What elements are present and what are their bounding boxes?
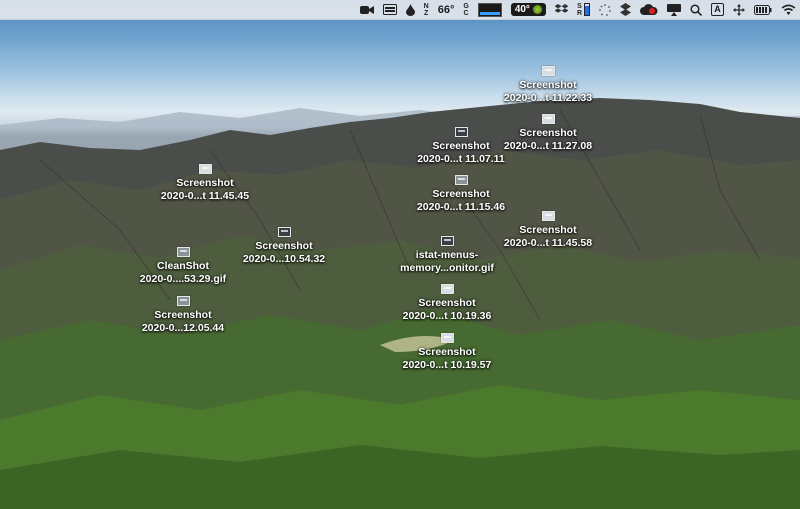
- file-name: Screenshot: [432, 140, 490, 152]
- file-name-detail: 2020-0...t 11.45.58: [503, 237, 593, 249]
- desktop-file-screenshot-9[interactable]: Screenshot 2020-0...t 10.19.36: [387, 284, 507, 323]
- desktop-file-screenshot-5[interactable]: Screenshot 2020-0...t 11.15.46: [401, 175, 521, 214]
- wifi-icon[interactable]: [781, 0, 796, 20]
- input-source-icon[interactable]: A: [711, 0, 724, 20]
- file-name-detail: 2020-0...t 10.19.57: [402, 359, 492, 371]
- file-thumbnail-icon: [176, 247, 190, 257]
- file-thumbnail-icon: [440, 333, 454, 343]
- weather-temp[interactable]: 66°: [438, 0, 455, 20]
- file-name: Screenshot: [418, 297, 476, 309]
- desktop-file-istat-gif[interactable]: istat-menus- memory...onitor.gif: [387, 236, 507, 275]
- activity-icon[interactable]: [599, 0, 611, 20]
- droplet-icon[interactable]: [405, 0, 415, 20]
- file-name-detail: 2020-0...t 10.19.36: [402, 310, 492, 322]
- cpu-gpu-icon[interactable]: GC: [463, 0, 468, 20]
- file-name: Screenshot: [418, 346, 476, 358]
- creative-cloud-icon[interactable]: [640, 0, 658, 20]
- file-name: Screenshot: [519, 79, 577, 91]
- file-name-detail: 2020-0....53.29.gif: [139, 273, 227, 285]
- desktop-file-screenshot-4[interactable]: Screenshot 2020-0...t 11.45.45: [145, 164, 265, 203]
- bartender-icon[interactable]: [382, 0, 397, 20]
- search-icon[interactable]: [690, 0, 702, 20]
- file-thumbnail-icon: [454, 175, 468, 185]
- graph-icon[interactable]: [477, 0, 502, 20]
- menu-bar: NZ 66° GC 40° SR A: [0, 0, 800, 20]
- file-name-detail: 2020-0...t 11.22.33: [503, 92, 593, 104]
- file-thumbnail-icon: [440, 284, 454, 294]
- fan-icon: [532, 5, 542, 14]
- desktop-file-screenshot-10[interactable]: Screenshot 2020-0...t 10.19.57: [387, 333, 507, 372]
- file-thumbnail-icon: [277, 227, 291, 237]
- file-thumbnail-icon: [541, 211, 555, 221]
- desktop-file-screenshot-3[interactable]: Screenshot 2020-0...t 11.07.11: [401, 127, 521, 166]
- file-thumbnail-icon: [198, 164, 212, 174]
- dropbox-alt-icon[interactable]: [620, 0, 631, 20]
- facetime-icon[interactable]: [359, 0, 374, 20]
- desktop-file-screenshot-8[interactable]: Screenshot 2020-0...12.05.44: [123, 296, 243, 335]
- file-name: Screenshot: [432, 188, 490, 200]
- file-name-detail: 2020-0...t 11.45.45: [160, 190, 250, 202]
- file-name: CleanShot: [157, 260, 209, 272]
- file-name-detail: 2020-0...10.54.32: [242, 253, 326, 265]
- file-thumbnail-icon: [454, 127, 468, 137]
- temp-pill[interactable]: 40°: [510, 0, 546, 20]
- file-name: istat-menus-: [415, 249, 479, 261]
- file-thumbnail-icon: [541, 66, 555, 76]
- desktop-file-cleanshot-gif[interactable]: CleanShot 2020-0....53.29.gif: [123, 247, 243, 286]
- dropbox-icon[interactable]: [554, 0, 568, 20]
- file-thumbnail-icon: [541, 114, 555, 124]
- stat-icon[interactable]: NZ: [424, 0, 429, 20]
- file-name: Screenshot: [176, 177, 234, 189]
- airplay-icon[interactable]: [667, 0, 681, 20]
- file-name-detail: memory...onitor.gif: [400, 262, 494, 274]
- file-name: Screenshot: [255, 240, 313, 252]
- file-name: Screenshot: [154, 309, 212, 321]
- battery-icon[interactable]: [754, 0, 772, 20]
- file-thumbnail-icon: [440, 236, 454, 246]
- file-name: Screenshot: [519, 127, 577, 139]
- file-name: Screenshot: [519, 224, 577, 236]
- file-name-detail: 2020-0...12.05.44: [141, 322, 225, 334]
- desktop-file-screenshot-1[interactable]: Screenshot 2020-0...t 11.22.33: [488, 66, 608, 105]
- file-thumbnail-icon: [176, 296, 190, 306]
- file-name-detail: 2020-0...t 11.07.11: [417, 153, 505, 165]
- move-icon[interactable]: [733, 0, 745, 20]
- battery-meter[interactable]: SR: [577, 0, 590, 20]
- temp-pill-value: 40°: [514, 4, 530, 15]
